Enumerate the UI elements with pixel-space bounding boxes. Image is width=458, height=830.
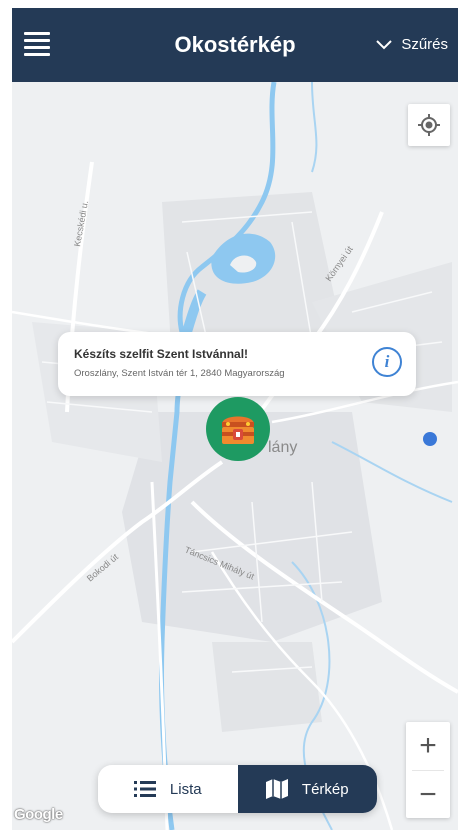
city-label: lány	[268, 439, 297, 456]
chevron-down-icon	[376, 39, 393, 49]
terkep-label: Térkép	[301, 780, 349, 798]
my-location-button[interactable]	[408, 104, 450, 146]
view-toggle: Lista Térkép	[98, 765, 377, 813]
info-icon: i	[384, 352, 390, 371]
popup-title: Készíts szelfit Szent Istvánnal!	[74, 347, 249, 361]
hamburger-menu-button[interactable]	[24, 32, 50, 56]
menu-line	[24, 46, 50, 49]
urban-area	[212, 642, 322, 732]
info-button[interactable]: i	[372, 347, 402, 377]
menu-line	[24, 32, 50, 35]
zoom-out-button[interactable]: −	[406, 771, 450, 819]
zoom-in-button[interactable]: +	[406, 722, 450, 770]
map-icon	[265, 779, 288, 799]
app-header: Okostérkép Szűrés	[12, 8, 458, 82]
current-location-dot	[423, 432, 437, 446]
zoom-controls: + −	[406, 722, 450, 818]
list-icon	[133, 781, 156, 797]
lista-label: Lista	[169, 780, 202, 798]
menu-line	[24, 39, 50, 42]
popup-address: Oroszlány, Szent István tér 1, 2840 Magy…	[74, 368, 285, 379]
filter-label: Szűrés	[401, 36, 448, 53]
terkep-tab[interactable]: Térkép	[237, 765, 377, 813]
google-logo: Google	[14, 806, 63, 823]
crosshair-icon	[418, 114, 440, 136]
lista-tab[interactable]: Lista	[98, 765, 238, 813]
location-popup[interactable]: Készíts szelfit Szent Istvánnal! Oroszlá…	[58, 332, 416, 396]
treasure-chest-marker[interactable]	[206, 397, 270, 461]
filter-button[interactable]: Szűrés	[375, 36, 448, 53]
app-frame: Okostérkép Szűrés Kecskédi u. Környei út…	[12, 8, 458, 830]
menu-line	[24, 53, 50, 56]
treasure-chest-icon	[222, 416, 254, 444]
